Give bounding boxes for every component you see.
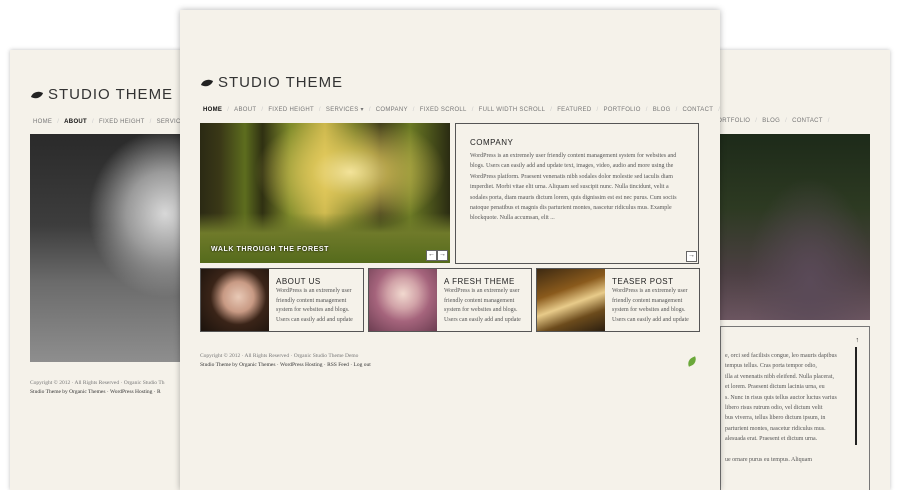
featured-photo: [720, 134, 870, 320]
nav-item-full-width-scroll[interactable]: FULL WIDTH SCROLL: [474, 107, 551, 113]
nav-item-about[interactable]: ABOUT: [229, 107, 261, 113]
logo-text: STUDIO THEME: [218, 74, 344, 91]
card-title[interactable]: TEASER POST: [612, 277, 674, 286]
card-body: WordPress is an extremely user friendly …: [444, 288, 521, 323]
company-body: WordPress is an extremely user friendly …: [470, 153, 677, 222]
nav-item-contact[interactable]: CONTACT: [678, 107, 719, 113]
scrollbar-thumb[interactable]: [855, 347, 857, 445]
site-logo[interactable]: STUDIO THEME: [200, 74, 344, 91]
slide-caption[interactable]: WALK THROUGH THE FOREST: [211, 246, 329, 253]
nav-item-fixed-scroll[interactable]: FIXED SCROLL: [415, 107, 472, 113]
nav-item-portfolio[interactable]: PORTFOLIO: [598, 107, 645, 113]
leaf-footer-icon: [685, 356, 699, 367]
site-logo[interactable]: STUDIO THEME: [30, 86, 174, 103]
home-slider[interactable]: WALK THROUGH THE FOREST ← →: [200, 123, 450, 263]
footer-links: Studio Theme by Organic Themes · WordPre…: [200, 362, 371, 368]
scroll-up-arrow-icon[interactable]: ↑: [856, 337, 860, 344]
card-body: WordPress is an extremely user friendly …: [612, 288, 689, 323]
card-body: WordPress is an extremely user friendly …: [276, 288, 353, 323]
logo-text: STUDIO THEME: [48, 86, 174, 103]
card-a-fresh-theme: A FRESH THEME WordPress is an extremely …: [368, 268, 532, 332]
nav-item-fixed-height[interactable]: FIXED HEIGHT: [263, 107, 319, 113]
nav-item-home[interactable]: HOME: [198, 107, 227, 113]
nav-item-about[interactable]: ABOUT: [59, 119, 92, 125]
nav-item-blog[interactable]: BLOG: [757, 118, 785, 124]
nav-item-services[interactable]: SERVICES ▾: [321, 106, 369, 113]
card-photo[interactable]: [369, 269, 437, 331]
nav-item-company[interactable]: COMPANY: [371, 107, 413, 113]
main-nav: HOME / ABOUT / FIXED HEIGHT / SERVICES ▾: [28, 118, 199, 126]
read-more-arrow-icon[interactable]: →: [686, 251, 697, 262]
footer-link-organic-themes[interactable]: Organic Themes: [239, 362, 275, 368]
main-theme-preview: STUDIO THEME HOME / ABOUT / FIXED HEIGHT / …: [180, 10, 720, 490]
footer: Copyright © 2012 · All Rights Reserved ·…: [30, 379, 164, 397]
card-teaser-post: TEASER POST WordPress is an extremely us…: [536, 268, 700, 332]
right-theme-preview: PORTFOLIO / BLOG / CONTACT / e, orci sed fa…: [690, 50, 890, 490]
nav-item-blog[interactable]: BLOG: [648, 107, 676, 113]
nav-item-home[interactable]: HOME: [28, 119, 57, 125]
card-title[interactable]: ABOUT US: [276, 277, 321, 286]
footer-link-wordpress-hosting[interactable]: WordPress Hosting: [280, 362, 323, 368]
main-nav: PORTFOLIO / BLOG / CONTACT /: [708, 118, 830, 124]
card-about-us: ABOUT US WordPress is an extremely user …: [200, 268, 364, 332]
footer-copyright: Copyright © 2012 · All Rights Reserved ·…: [200, 353, 359, 359]
slider-next-icon[interactable]: →: [437, 250, 448, 261]
nav-item-fixed-height[interactable]: FIXED HEIGHT: [94, 119, 150, 125]
nav-item-contact[interactable]: CONTACT: [787, 118, 828, 124]
scroll-content-box: e, orci sed facilisis congue, leo mauris…: [720, 326, 870, 490]
footer-link-studio-theme[interactable]: Studio Theme: [200, 362, 231, 368]
nav-item-featured[interactable]: FEATURED: [552, 107, 596, 113]
footer-copyright: Copyright © 2012 · All Rights Reserved ·…: [30, 380, 165, 386]
leaf-logo-icon: [30, 89, 44, 100]
main-nav: HOME / ABOUT / FIXED HEIGHT / SERVICES ▾ / C…: [198, 106, 720, 114]
card-photo[interactable]: [201, 269, 269, 331]
company-box: COMPANY WordPress is an extremely user f…: [455, 123, 699, 264]
footer-link-log-out[interactable]: Log out: [354, 362, 371, 368]
footer-link-rss-feed[interactable]: RSS Feed: [327, 362, 349, 368]
slider-prev-icon[interactable]: ←: [426, 250, 437, 261]
footer: Copyright © 2012 · All Rights Reserved ·…: [200, 352, 371, 370]
card-photo[interactable]: [537, 269, 605, 331]
footer-links: Studio Theme by Organic Themes · WordPre…: [30, 389, 161, 395]
leaf-logo-icon: [200, 77, 214, 88]
company-title[interactable]: COMPANY: [470, 138, 513, 147]
scroll-text: e, orci sed facilisis congue, leo mauris…: [725, 353, 837, 464]
card-title[interactable]: A FRESH THEME: [444, 277, 515, 286]
